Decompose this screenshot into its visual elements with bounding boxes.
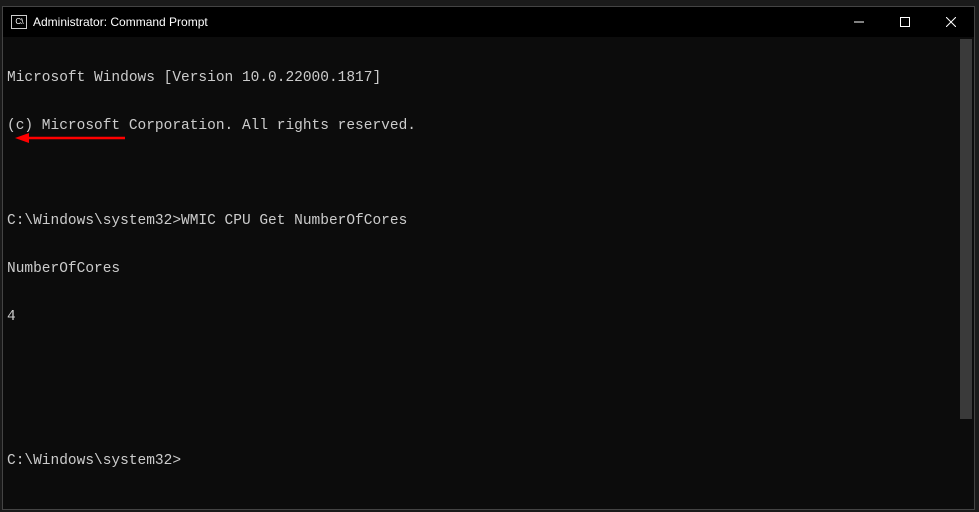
blank-line <box>7 406 970 422</box>
titlebar-controls <box>836 7 974 37</box>
scrollbar[interactable] <box>958 37 974 509</box>
minimize-button[interactable] <box>836 7 882 37</box>
window-title: Administrator: Command Prompt <box>33 15 208 29</box>
cmd-icon-text: C:\ <box>15 18 22 26</box>
command-line-2: C:\Windows\system32> <box>7 454 970 470</box>
prompt-path-2: C:\Windows\system32> <box>7 453 181 469</box>
cmd-icon: C:\ <box>11 15 27 29</box>
titlebar[interactable]: C:\ Administrator: Command Prompt <box>3 7 974 37</box>
copyright-line: (c) Microsoft Corporation. All rights re… <box>7 119 970 135</box>
command-prompt-window: C:\ Administrator: Command Prompt <box>2 6 975 510</box>
titlebar-left: C:\ Administrator: Command Prompt <box>11 15 208 29</box>
command-text-1: WMIC CPU Get NumberOfCores <box>181 213 407 229</box>
blank-line <box>7 358 970 374</box>
terminal-content[interactable]: Microsoft Windows [Version 10.0.22000.18… <box>3 37 974 509</box>
output-value: 4 <box>7 310 970 326</box>
scrollbar-thumb[interactable] <box>960 39 972 419</box>
prompt-path-1: C:\Windows\system32> <box>7 213 181 229</box>
close-button[interactable] <box>928 7 974 37</box>
maximize-button[interactable] <box>882 7 928 37</box>
version-line: Microsoft Windows [Version 10.0.22000.18… <box>7 71 970 87</box>
output-header: NumberOfCores <box>7 262 970 278</box>
close-icon <box>946 17 956 27</box>
blank-line <box>7 167 970 183</box>
command-line-1: C:\Windows\system32>WMIC CPU Get NumberO… <box>7 214 970 230</box>
minimize-icon <box>854 17 864 27</box>
maximize-icon <box>900 17 910 27</box>
